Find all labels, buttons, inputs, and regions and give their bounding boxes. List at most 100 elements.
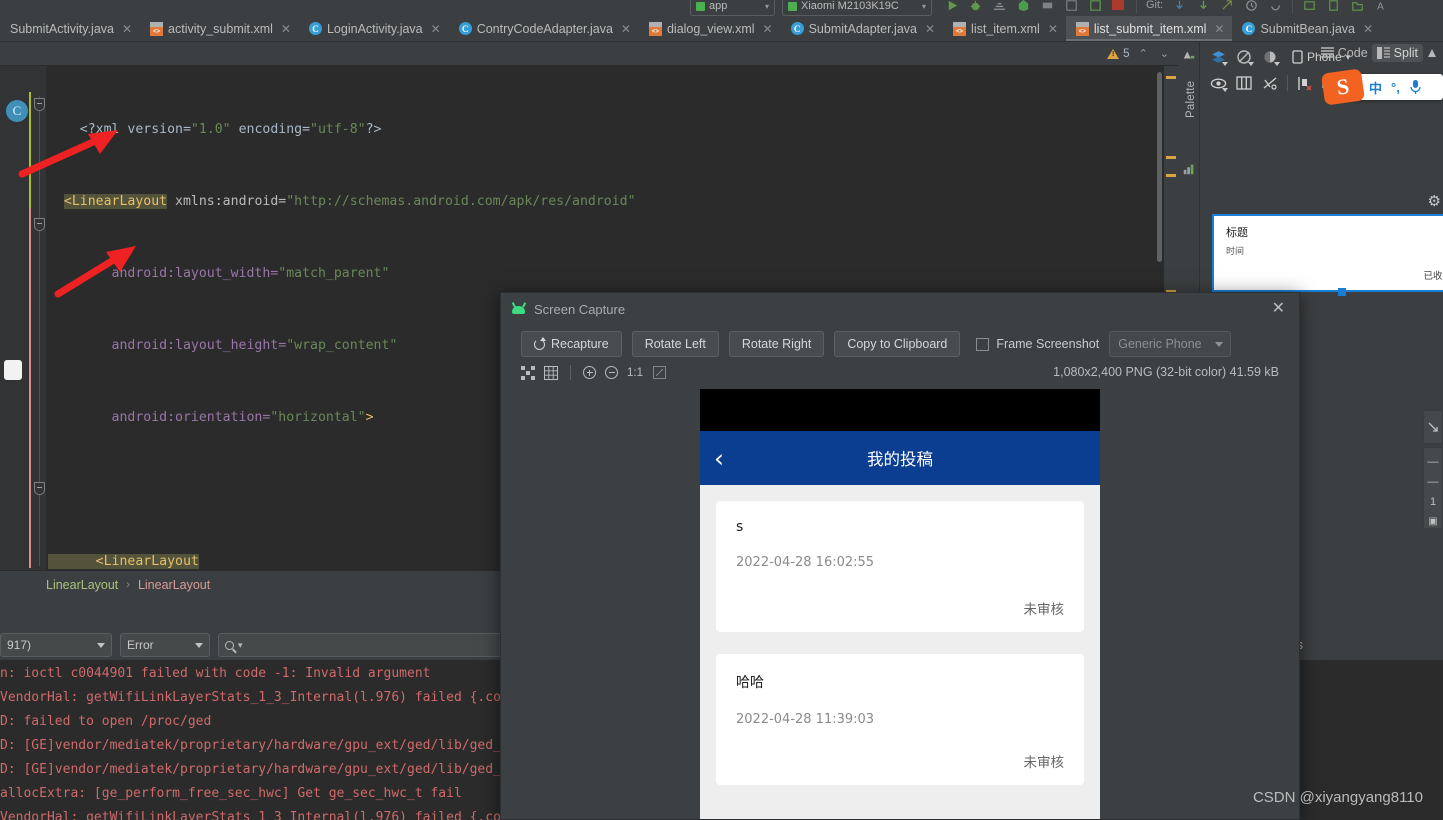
fit-icon[interactable] bbox=[521, 365, 535, 380]
chevron-down-icon: ▾ bbox=[921, 1, 926, 11]
hide-constraints-icon[interactable] bbox=[1258, 72, 1282, 94]
chevron-down-icon bbox=[1222, 88, 1228, 92]
device-frame-selector[interactable]: Generic Phone bbox=[1109, 331, 1232, 357]
device-selector[interactable]: Xiaomi M2103K19C ▾ bbox=[782, 0, 932, 16]
checkbox-box[interactable] bbox=[976, 337, 990, 351]
view-mode-switcher[interactable]: Code Split bbox=[1320, 44, 1437, 62]
ime-language-toggle[interactable]: 中 bbox=[1369, 78, 1382, 97]
sdk-manager-icon[interactable] bbox=[1302, 0, 1317, 13]
record-icon[interactable] bbox=[1112, 0, 1124, 10]
chevron-down-icon bbox=[1215, 341, 1224, 347]
theme-button[interactable] bbox=[1258, 46, 1282, 68]
copy-to-clipboard-button[interactable]: Copy to Clipboard bbox=[834, 331, 961, 357]
recapture-label: Recapture bbox=[551, 337, 609, 351]
next-problem-icon[interactable]: ⌄ bbox=[1157, 47, 1172, 60]
fold-marker-line7[interactable] bbox=[34, 218, 45, 231]
debug-icon[interactable] bbox=[968, 0, 983, 13]
ime-punctuation-toggle[interactable]: °, bbox=[1391, 80, 1400, 95]
clear-constraints-icon[interactable] bbox=[1293, 72, 1317, 94]
java-class-icon: C bbox=[458, 22, 472, 35]
fold-marker-line2[interactable] bbox=[34, 98, 45, 111]
close-icon[interactable]: ✕ bbox=[122, 22, 132, 36]
java-class-icon: C bbox=[308, 22, 322, 35]
design-mode-button[interactable] bbox=[1206, 46, 1230, 68]
code-view-label[interactable]: Code bbox=[1338, 46, 1368, 60]
vcs-update-icon[interactable] bbox=[1172, 0, 1187, 13]
zoom-to-fit-icon[interactable] bbox=[652, 366, 666, 380]
attributes-toolwindow-button[interactable] bbox=[1423, 410, 1443, 444]
close-icon[interactable]: ✕ bbox=[1048, 22, 1058, 36]
grid-icon[interactable] bbox=[544, 365, 558, 380]
screen-capture-title-bar[interactable]: Screen Capture ✕ bbox=[501, 293, 1299, 325]
vcs-commit-icon[interactable] bbox=[1196, 0, 1211, 13]
zoom-in-icon[interactable] bbox=[583, 366, 596, 379]
avd-manager-icon[interactable] bbox=[1326, 0, 1341, 13]
tab-SubmitAdapter-java[interactable]: C SubmitAdapter.java ✕ bbox=[781, 16, 943, 41]
tab-list-item-xml[interactable]: list_item.xml ✕ bbox=[943, 16, 1066, 41]
split-view-label[interactable]: Split bbox=[1394, 46, 1418, 60]
breadcrumb-item-0[interactable]: LinearLayout bbox=[46, 578, 118, 592]
close-icon[interactable]: ✕ bbox=[925, 22, 935, 36]
screenshot-file-info: 1,080x2,400 PNG (32-bit color) 41.59 kB bbox=[1053, 365, 1279, 379]
layout-inspector-icon[interactable] bbox=[1088, 0, 1103, 13]
blueprint-split-button[interactable] bbox=[1232, 72, 1256, 94]
tab-ContryCodeAdapter-java[interactable]: C ContryCodeAdapter.java ✕ bbox=[449, 16, 639, 41]
recapture-button[interactable]: Recapture bbox=[521, 331, 622, 357]
profiler-icon[interactable] bbox=[992, 0, 1007, 13]
close-icon[interactable]: ✕ bbox=[763, 22, 773, 36]
close-icon[interactable]: ✕ bbox=[1214, 22, 1224, 36]
rotate-right-button[interactable]: Rotate Right bbox=[728, 331, 825, 357]
editor-gutter[interactable]: C bbox=[0, 66, 46, 570]
tab-activity-submit-xml[interactable]: activity_submit.xml ✕ bbox=[140, 16, 299, 41]
resize-handle-bottom[interactable] bbox=[1338, 288, 1346, 296]
git-label: Git: bbox=[1146, 0, 1164, 11]
tab-SubmitBean-java[interactable]: C SubmitBean.java ✕ bbox=[1232, 16, 1381, 41]
chevron-left-icon[interactable]: ‹ bbox=[714, 446, 724, 471]
apply-changes-icon[interactable] bbox=[1016, 0, 1031, 13]
vcs-revert-icon[interactable] bbox=[1268, 0, 1283, 13]
inspection-warning-count[interactable]: 5 bbox=[1107, 48, 1130, 60]
tab-dialog-view-xml[interactable]: dialog_view.xml ✕ bbox=[639, 16, 781, 41]
tab-LoginActivity-java[interactable]: C LoginActivity.java ✕ bbox=[299, 16, 449, 41]
sogou-logo-icon: S bbox=[1320, 68, 1366, 106]
screen-capture-dialog[interactable]: Screen Capture ✕ Recapture Rotate Left R… bbox=[500, 292, 1300, 820]
vcs-history-icon[interactable] bbox=[1244, 0, 1259, 13]
rotate-left-button[interactable]: Rotate Left bbox=[631, 331, 719, 357]
run-icon[interactable] bbox=[945, 0, 960, 13]
stop-icon[interactable] bbox=[1040, 0, 1055, 13]
component-tree-icon[interactable] bbox=[1182, 162, 1196, 176]
breadcrumb-item-1[interactable]: LinearLayout bbox=[138, 578, 210, 592]
search-everywhere-icon[interactable]: A bbox=[1376, 0, 1391, 13]
editor-scrollbar[interactable] bbox=[1157, 72, 1162, 262]
design-view-icon[interactable] bbox=[1427, 48, 1437, 58]
device-file-explorer-icon[interactable] bbox=[1350, 0, 1365, 13]
tab-list-submit-item-xml[interactable]: list_submit_item.xml ✕ bbox=[1065, 16, 1233, 41]
previous-problem-icon[interactable]: ⌃ bbox=[1136, 47, 1151, 60]
orientation-button[interactable] bbox=[1232, 46, 1256, 68]
fold-marker-textview[interactable] bbox=[34, 482, 45, 495]
zoom-out-icon[interactable] bbox=[605, 366, 618, 379]
view-options-button[interactable] bbox=[1206, 72, 1230, 94]
close-icon[interactable]: ✕ bbox=[281, 22, 291, 36]
class-marker-icon[interactable]: C bbox=[6, 100, 28, 122]
close-icon[interactable]: ✕ bbox=[431, 22, 441, 36]
screenshot-preview-area[interactable]: ‹ 我的投稿 s 2022-04-28 16:02:55 未审核 哈哈 2022… bbox=[501, 389, 1299, 819]
right-toolwindow-rail[interactable]: — —1 ▣ bbox=[1423, 410, 1443, 532]
actual-size-label[interactable]: 1:1 bbox=[627, 367, 643, 379]
layout-preview-card[interactable]: 标题 时间 已收录 bbox=[1212, 214, 1443, 296]
tab-SubmitActivity-java[interactable]: SubmitActivity.java ✕ bbox=[0, 16, 140, 41]
attach-debugger-icon[interactable] bbox=[1064, 0, 1079, 13]
close-icon[interactable]: ✕ bbox=[1363, 22, 1373, 36]
vcs-push-icon[interactable] bbox=[1220, 0, 1235, 13]
run-configuration-selector[interactable]: app ▾ bbox=[690, 0, 775, 16]
gradle-toolwindow-button[interactable]: — —1 ▣ bbox=[1423, 447, 1443, 529]
device-screenshot: ‹ 我的投稿 s 2022-04-28 16:02:55 未审核 哈哈 2022… bbox=[700, 389, 1100, 819]
close-icon[interactable]: ✕ bbox=[1268, 299, 1289, 319]
wrench-icon[interactable]: ⚙ bbox=[1428, 192, 1441, 210]
logcat-level-filter[interactable]: Error bbox=[120, 633, 210, 657]
frame-screenshot-checkbox[interactable]: Frame Screenshot bbox=[976, 337, 1099, 351]
mic-icon[interactable] bbox=[1409, 79, 1422, 96]
sogou-ime-bar[interactable]: S 中 °, bbox=[1320, 68, 1443, 106]
logcat-process-filter[interactable]: 917) bbox=[0, 633, 112, 657]
close-icon[interactable]: ✕ bbox=[621, 22, 631, 36]
